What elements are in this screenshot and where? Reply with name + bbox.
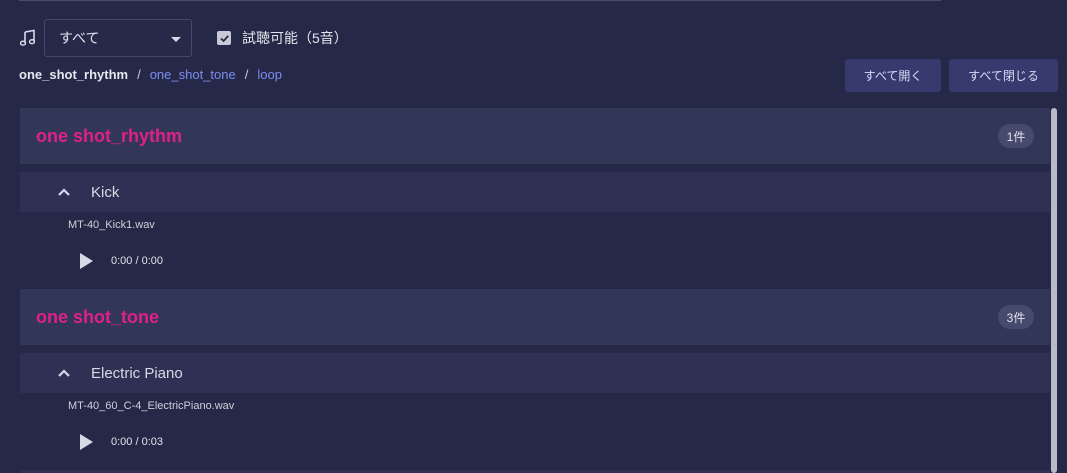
expand-all-button[interactable]: すべて開く — [845, 59, 941, 92]
play-icon[interactable] — [80, 253, 93, 269]
breadcrumb: one_shot_rhythm / one_shot_tone / loop — [19, 67, 282, 82]
collapse-all-button[interactable]: すべて閉じる — [949, 59, 1058, 92]
breadcrumb-link-one-shot-tone[interactable]: one_shot_tone — [150, 67, 236, 82]
breadcrumb-separator: / — [244, 67, 249, 82]
chevron-up-icon — [58, 369, 70, 377]
filter-row: すべて 試聴可能（5音） — [19, 18, 348, 58]
audio-time: 0:00 / 0:03 — [111, 436, 163, 448]
category-header[interactable]: one shot_rhythm 1件 — [20, 108, 1050, 164]
count-badge: 1件 — [998, 124, 1034, 148]
category-title: one shot_rhythm — [36, 125, 183, 146]
breadcrumb-link-loop[interactable]: loop — [257, 67, 282, 82]
category-select[interactable]: すべて — [44, 19, 192, 57]
category-title: one shot_tone — [36, 306, 160, 327]
scrollbar[interactable] — [1051, 108, 1057, 473]
breadcrumb-separator: / — [137, 67, 141, 82]
play-icon[interactable] — [80, 434, 93, 450]
file-name: MT-40_60_C-4_ElectricPiano.wav — [68, 400, 235, 412]
category-header[interactable]: one shot_tone 3件 — [20, 289, 1050, 345]
group-header-kick[interactable]: Kick — [20, 172, 1050, 212]
count-badge: 3件 — [998, 305, 1034, 329]
checkbox-checked-icon[interactable] — [217, 31, 231, 45]
audio-player: 0:00 / 0:03 — [20, 422, 1050, 462]
top-divider — [19, 0, 941, 1]
category-select-value: すべて — [59, 30, 100, 46]
playable-filter-label: 試聴可能（5音） — [242, 30, 348, 46]
chevron-up-icon — [58, 188, 70, 196]
chevron-down-icon — [171, 36, 181, 42]
group-name: Kick — [91, 183, 120, 201]
group-header-electric-piano[interactable]: Electric Piano — [20, 353, 1050, 393]
audio-time: 0:00 / 0:00 — [111, 255, 163, 267]
file-name: MT-40_Kick1.wav — [68, 219, 155, 231]
playable-filter[interactable]: 試聴可能（5音） — [217, 28, 348, 48]
breadcrumb-current: one_shot_rhythm — [19, 67, 129, 82]
group-name: Electric Piano — [91, 364, 183, 382]
music-note-icon — [19, 29, 36, 46]
category-list: one shot_rhythm 1件 Kick MT-40_Kick1.wav … — [20, 108, 1050, 473]
audio-player: 0:00 / 0:00 — [20, 241, 1050, 281]
